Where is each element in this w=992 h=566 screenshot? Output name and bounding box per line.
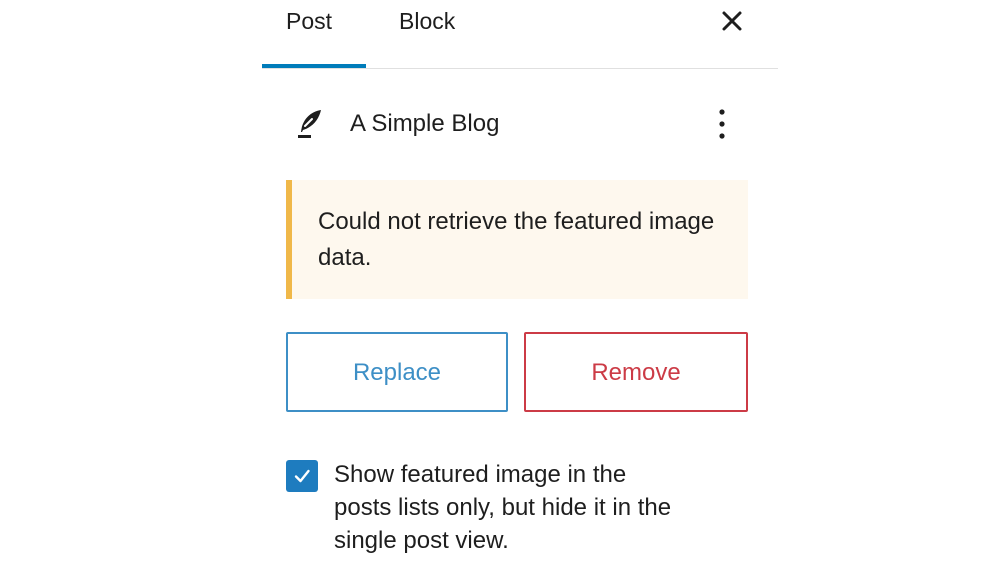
sidebar-tabs: Post Block [262,0,778,69]
checkmark-icon [294,469,310,483]
tab-post[interactable]: Post [286,0,332,66]
site-header: A Simple Blog [262,100,778,150]
settings-sidebar: Post Block A Simple Blog Could not retri… [262,0,778,566]
checkbox-label[interactable]: Show featured image in the posts lists o… [334,458,684,557]
featured-image-checkbox[interactable] [286,460,318,492]
site-title: A Simple Blog [350,110,500,137]
feather-icon [296,106,324,140]
tab-block[interactable]: Block [399,0,455,66]
warning-notice: Could not retrieve the featured image da… [286,180,748,299]
close-icon [722,11,742,31]
remove-button[interactable]: Remove [524,332,748,412]
notice-message: Could not retrieve the featured image da… [318,208,715,271]
more-options-button[interactable] [710,106,734,142]
replace-button[interactable]: Replace [286,332,508,412]
more-vertical-icon [719,109,725,139]
close-button[interactable] [717,6,747,36]
active-tab-indicator [262,64,366,68]
